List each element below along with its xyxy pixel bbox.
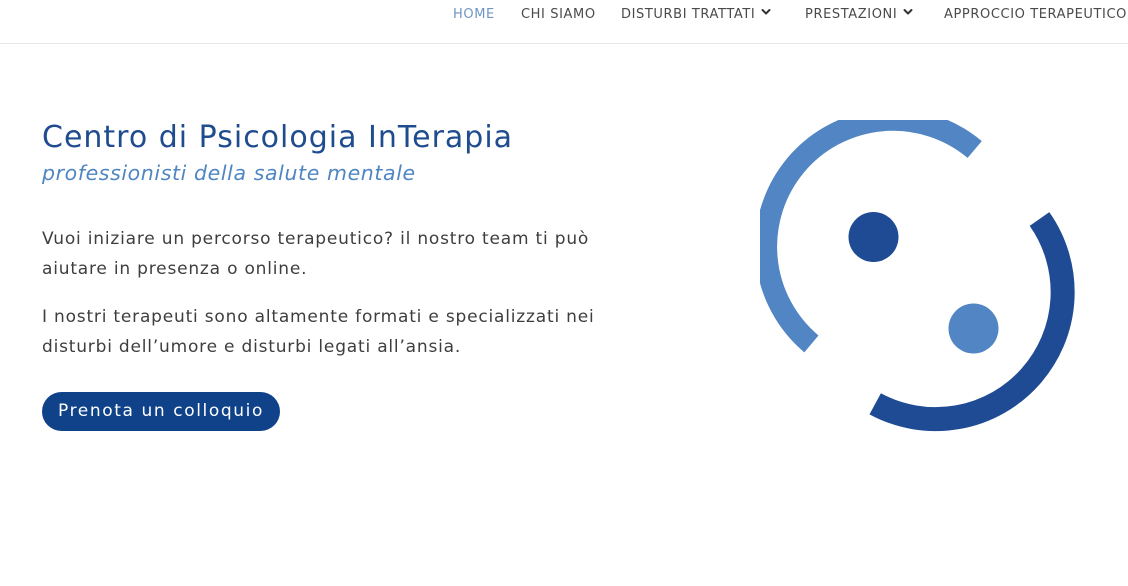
nav-item-disturbi-trattati[interactable]: DISTURBI TRATTATI [621, 7, 771, 22]
nav-item-label: PRESTAZIONI [805, 7, 898, 22]
logo-dark-dot [848, 212, 899, 262]
logo-light-dot [948, 303, 999, 354]
nav-item-home[interactable]: HOME [453, 7, 495, 22]
chevron-down-icon [903, 9, 913, 15]
page-subtitle: professionisti della salute mentale [42, 161, 416, 185]
nav-item-label: CHI SIAMO [521, 7, 596, 22]
nav-item-label: DISTURBI TRATTATI [621, 7, 756, 22]
nav-item-approccio-terapeutico[interactable]: APPROCCIO TERAPEUTICO [944, 7, 1127, 22]
intro-paragraph: Vuoi iniziare un percorso terapeutico? i… [42, 229, 590, 279]
nav-item-label: HOME [453, 7, 495, 22]
page-title: Centro di Psicologia InTerapia [42, 120, 514, 155]
nav-item-prestazioni[interactable]: PRESTAZIONI [805, 7, 913, 22]
specialization-paragraph: I nostri terapeuti sono altamente format… [42, 307, 595, 357]
page: HOME CHI SIAMO DISTURBI TRATTATI PRESTAZ… [0, 0, 1128, 586]
nav-item-chi-siamo[interactable]: CHI SIAMO [521, 7, 596, 22]
book-consultation-button[interactable]: Prenota un colloquio [42, 392, 280, 431]
top-navigation: HOME CHI SIAMO DISTURBI TRATTATI PRESTAZ… [0, 0, 1128, 44]
chevron-down-icon [761, 9, 771, 15]
logo-icon [760, 120, 1075, 432]
nav-item-label: APPROCCIO TERAPEUTICO [944, 7, 1127, 22]
